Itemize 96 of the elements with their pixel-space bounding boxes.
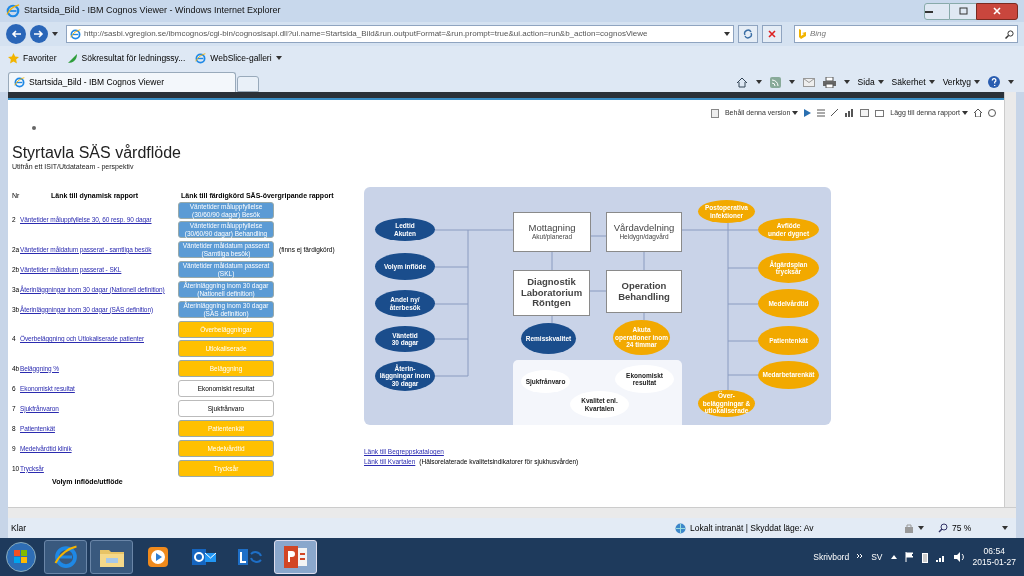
minimize-icon: [925, 9, 933, 13]
caret-icon: [52, 32, 58, 36]
language-indicator: SV: [871, 550, 883, 564]
search-icon: [1005, 29, 1014, 39]
caret-icon: [928, 80, 935, 84]
search-input[interactable]: Bing: [810, 28, 1001, 40]
box-title: Diagnostik Laboratorium Röntgen: [520, 277, 583, 309]
presentation-icon: [282, 545, 309, 569]
restore-icon: [958, 7, 968, 15]
home-icon: [974, 109, 982, 117]
connector-line: [590, 235, 607, 237]
speaker-icon: [953, 552, 965, 562]
help-icon: [988, 109, 996, 117]
vertical-scrollbar[interactable]: [1004, 92, 1016, 507]
caret-icon: [724, 32, 730, 36]
help-icon: [988, 76, 1000, 88]
address-field[interactable]: http://sasbi.vgregion.se/ibmcognos/cgi-bin/cognosisapi.dll?ui.name=Startsida_Bild&run.outputFormat=&run.prompt=true&ui.action=run&b_action=cognosViewe: [66, 25, 734, 43]
security-zone: Lokalt intranät | Skyddat läge: Av: [690, 521, 815, 535]
caret-icon: [1002, 526, 1008, 530]
caret-icon: [788, 80, 795, 84]
chat-icon: [236, 546, 263, 568]
toolbar-label: Skrivbord: [813, 550, 850, 564]
command-menu[interactable]: Verktyg: [942, 75, 980, 89]
document-icon: [710, 108, 719, 118]
caret-icon: [974, 80, 980, 84]
taskbar-app[interactable]: [90, 540, 133, 574]
search-box[interactable]: Bing: [794, 25, 1018, 43]
printer-icon: [822, 76, 836, 88]
list-icon: [817, 109, 826, 117]
command-menu[interactable]: Säkerhet: [891, 75, 935, 89]
flag-icon: [904, 552, 914, 562]
star-icon: [8, 52, 19, 64]
play-icon: [804, 109, 812, 117]
browser-tab[interactable]: Startsida_Bild - IBM Cognos Viewer: [8, 72, 236, 92]
start-button[interactable]: [6, 542, 36, 572]
play-icon: [146, 546, 169, 568]
box-title: Operation Behandling: [618, 281, 670, 302]
feed-icon: [769, 76, 781, 88]
caret-icon: [792, 111, 799, 115]
caret-icon: [755, 80, 762, 84]
forward-button[interactable]: [30, 25, 48, 43]
back-arrow-icon: [11, 30, 21, 38]
connector-line: [551, 251, 553, 271]
forward-arrow-icon: [34, 30, 44, 38]
bing-logo-icon: [798, 29, 806, 39]
close-icon: [993, 7, 1001, 15]
back-button[interactable]: [6, 24, 26, 44]
caret-icon: [877, 80, 884, 84]
browser-logo-icon: [195, 52, 207, 64]
zoom-menu[interactable]: 75 %: [952, 521, 998, 535]
command-menu[interactable]: Sida: [857, 75, 884, 89]
connector-line: [643, 251, 645, 271]
report-title: Styrtavla SÄS vårdflöde: [12, 144, 182, 162]
browser-logo-icon: [53, 545, 78, 569]
mail-icon: [190, 546, 217, 568]
leaf-icon: [66, 52, 78, 64]
windows-logo-icon: [14, 550, 28, 564]
caret-icon: [962, 111, 968, 115]
favorites-item[interactable]: Sökresultat för ledningssy...: [66, 51, 186, 65]
status-text: Klar: [10, 521, 27, 535]
mail-icon: [802, 77, 815, 87]
export-icon: [860, 109, 870, 117]
box-title: Mottagning: [528, 222, 576, 234]
globe-icon: [675, 522, 686, 534]
caret-up-icon: [890, 555, 897, 559]
connector-line: [643, 312, 645, 321]
chevron-icon: [857, 554, 864, 560]
url-text: http://sasbi.vgregion.se/ibmcognos/cgi-bin/cognosisapi.dll?ui.name=Startsida_Bild&run.outputFormat=&run.prompt=true&ui.action=run&b_action=cognosViewe: [84, 28, 648, 40]
caret-icon: [275, 56, 282, 60]
caret-icon: [1008, 80, 1014, 84]
browser-logo-icon: [14, 77, 25, 88]
box-title: Vårdavdelning: [613, 222, 675, 234]
close-icon: [768, 30, 776, 38]
battery-icon: [921, 551, 928, 563]
caret-icon: [843, 80, 850, 84]
horizontal-scrollbar[interactable]: [8, 507, 1016, 518]
refresh-icon: [743, 29, 753, 39]
lock-icon: [904, 523, 914, 533]
stop-button[interactable]: [762, 25, 782, 43]
favorites-item[interactable]: WebSlice-galleri: [195, 51, 282, 65]
window-title: Startsida_Bild - IBM Cognos Viewer - Windows Internet Explorer: [24, 4, 281, 18]
refresh-button[interactable]: [738, 25, 758, 43]
connector-line: [589, 290, 607, 292]
caret-icon: [918, 526, 924, 530]
clock-date: 2015-01-27: [972, 557, 1016, 568]
zoom-icon: [938, 523, 948, 533]
clock-time: 06:54: [983, 546, 1005, 557]
browser-logo-icon: [6, 4, 20, 18]
mail-icon: [875, 109, 885, 117]
home-icon: [735, 76, 748, 88]
favorites-item[interactable]: Favoriter: [8, 51, 57, 65]
minimize-button[interactable]: [924, 2, 950, 20]
chart-icon: [845, 109, 855, 117]
connector-line: [551, 315, 553, 324]
close-button[interactable]: [976, 2, 1018, 20]
browser-logo-icon: [70, 28, 81, 40]
